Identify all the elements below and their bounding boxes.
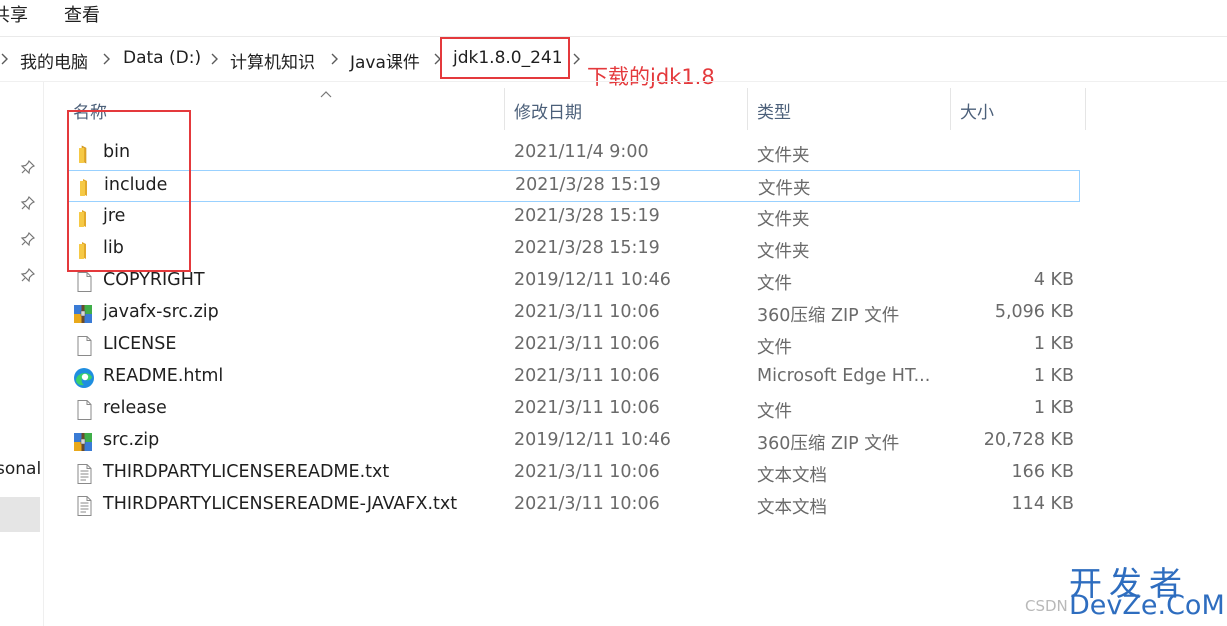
chevron-right-icon[interactable] [102, 50, 112, 68]
file-type: 文件夹 [757, 146, 810, 166]
file-date: 2019/12/11 10:46 [514, 270, 671, 290]
column-divider[interactable] [950, 88, 951, 130]
file-row[interactable]: bin 2021/11/4 9:00 文件夹 [68, 138, 1080, 170]
file-type: 文件 [757, 402, 792, 422]
file-type: 文本文档 [757, 466, 827, 486]
file-icon [72, 271, 96, 293]
file-date: 2019/12/11 10:46 [514, 430, 671, 450]
file-name: release [103, 398, 167, 418]
chevron-right-icon[interactable] [0, 50, 10, 68]
file-icon [72, 399, 96, 421]
address-bar-divider [0, 81, 1227, 82]
file-name: COPYRIGHT [103, 270, 205, 290]
file-size: 4 KB [1033, 270, 1074, 290]
chevron-right-icon[interactable] [330, 50, 340, 68]
column-header-date[interactable]: 修改日期 [514, 98, 582, 123]
file-type: Microsoft Edge HT... [757, 366, 931, 386]
file-row[interactable]: javafx-src.zip 2021/3/11 10:06 360压缩 ZIP… [68, 298, 1080, 330]
file-row[interactable]: src.zip 2019/12/11 10:46 360压缩 ZIP 文件 20… [68, 426, 1080, 458]
watermark-source: CSDN [1025, 597, 1068, 615]
file-date: 2021/11/4 9:00 [514, 142, 649, 162]
ribbon: 共享 查看 [0, 0, 1227, 28]
file-size: 5,096 KB [994, 302, 1074, 322]
nav-item-selected[interactable] [0, 497, 40, 532]
file-row[interactable]: jre 2021/3/28 15:19 文件夹 [68, 202, 1080, 234]
file-row[interactable]: LICENSE 2021/3/11 10:06 文件 1 KB [68, 330, 1080, 362]
file-date: 2021/3/11 10:06 [514, 494, 660, 514]
column-divider[interactable] [1085, 88, 1086, 130]
column-header-row: 名称 修改日期 类型 大小 [44, 88, 1144, 130]
file-type: 文件夹 [757, 242, 810, 262]
column-divider[interactable] [747, 88, 748, 130]
file-size: 166 KB [1011, 462, 1074, 482]
file-size: 20,728 KB [983, 430, 1074, 450]
breadcrumb-item-computer-knowledge[interactable]: 计算机知识 [230, 48, 315, 73]
chevron-right-icon[interactable] [572, 50, 582, 68]
file-name: README.html [103, 366, 224, 386]
file-size: 1 KB [1033, 366, 1074, 386]
file-date: 2021/3/11 10:06 [514, 334, 660, 354]
chevron-right-icon[interactable] [210, 50, 220, 68]
sort-ascending-icon [319, 84, 333, 98]
file-name: LICENSE [103, 334, 177, 354]
annotation-label: 下载的jdk1.8 [587, 65, 715, 89]
file-row[interactable]: COPYRIGHT 2019/12/11 10:46 文件 4 KB [68, 266, 1080, 298]
ribbon-tab-share[interactable]: 共享 [0, 1, 28, 27]
file-date: 2021/3/11 10:06 [514, 398, 660, 418]
navigation-pane [0, 82, 43, 626]
annotation-highlight-box [440, 37, 570, 79]
file-icon [72, 335, 96, 357]
column-header-type[interactable]: 类型 [757, 98, 791, 123]
text-document-icon [72, 463, 96, 485]
pin-icon[interactable] [20, 195, 36, 211]
file-type: 文件夹 [758, 179, 811, 199]
column-divider[interactable] [504, 88, 505, 130]
file-type: 文件 [757, 274, 792, 294]
file-type: 文本文档 [757, 498, 827, 518]
file-date: 2021/3/28 15:19 [514, 238, 660, 258]
file-type: 文件夹 [757, 210, 810, 230]
annotation-highlight-box [67, 110, 191, 272]
breadcrumb-item-data-drive[interactable]: Data (D:) [123, 48, 201, 68]
file-type: 文件 [757, 338, 792, 358]
breadcrumb-item-my-computer[interactable]: 我的电脑 [20, 48, 88, 73]
file-size: 1 KB [1033, 334, 1074, 354]
file-row[interactable]: README.html 2021/3/11 10:06 Microsoft Ed… [68, 362, 1080, 394]
file-name: javafx-src.zip [103, 302, 219, 322]
file-type: 360压缩 ZIP 文件 [757, 306, 900, 326]
file-name: THIRDPARTYLICENSEREADME-JAVAFX.txt [103, 494, 458, 514]
breadcrumb-item-java-courseware[interactable]: Java课件 [350, 48, 420, 73]
file-date: 2021/3/11 10:06 [514, 462, 660, 482]
edge-browser-icon [72, 367, 96, 389]
file-type: 360压缩 ZIP 文件 [757, 434, 900, 454]
text-document-icon [72, 495, 96, 517]
file-row[interactable]: THIRDPARTYLICENSEREADME.txt 2021/3/11 10… [68, 458, 1080, 490]
file-size: 114 KB [1011, 494, 1074, 514]
file-name: THIRDPARTYLICENSEREADME.txt [103, 462, 390, 482]
pin-icon[interactable] [20, 159, 36, 175]
file-name: src.zip [103, 430, 160, 450]
file-date: 2021/3/28 15:19 [514, 206, 660, 226]
file-date: 2021/3/11 10:06 [514, 302, 660, 322]
file-date: 2021/3/28 15:19 [515, 175, 661, 195]
file-size: 1 KB [1033, 398, 1074, 418]
nav-item-personal[interactable]: sonal [0, 459, 41, 479]
file-row[interactable]: lib 2021/3/28 15:19 文件夹 [68, 234, 1080, 266]
column-header-size[interactable]: 大小 [960, 98, 994, 123]
pin-icon[interactable] [20, 267, 36, 283]
ribbon-tab-view[interactable]: 查看 [64, 1, 100, 27]
navigation-pane-divider [43, 82, 44, 626]
zip-archive-icon [72, 303, 96, 325]
pin-icon[interactable] [20, 231, 36, 247]
zip-archive-icon [72, 431, 96, 453]
watermark-domain: DevZe.CoM [1069, 590, 1225, 621]
file-date: 2021/3/11 10:06 [514, 366, 660, 386]
file-row[interactable]: THIRDPARTYLICENSEREADME-JAVAFX.txt 2021/… [68, 490, 1080, 522]
file-row[interactable]: include 2021/3/28 15:19 文件夹 [68, 170, 1080, 202]
file-row[interactable]: release 2021/3/11 10:06 文件 1 KB [68, 394, 1080, 426]
